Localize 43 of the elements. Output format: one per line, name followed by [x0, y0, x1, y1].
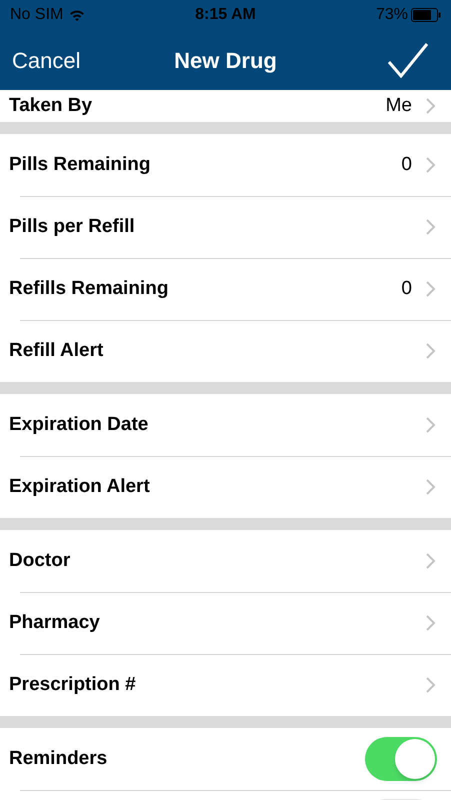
- clock-text: 8:15 AM: [195, 5, 256, 25]
- list-row[interactable]: Refill Alert: [0, 320, 451, 382]
- battery-percentage: 73%: [376, 5, 408, 25]
- row-label: Prescription #: [9, 672, 137, 697]
- chevron-icon: [426, 157, 435, 173]
- row-label: Reminders: [9, 746, 108, 771]
- chevron-icon: [426, 615, 435, 631]
- list-row[interactable]: Expiration Alert: [0, 456, 451, 518]
- row-label: Pills Remaining: [9, 152, 152, 177]
- chevron-icon: [426, 281, 435, 297]
- chevron-icon: [426, 343, 435, 359]
- chevron-icon: [426, 553, 435, 569]
- list-row[interactable]: Doctor: [0, 530, 451, 592]
- row-label: Pills per Refill: [9, 214, 136, 239]
- screen-title: New Drug: [174, 46, 277, 75]
- cancel-button[interactable]: Cancel: [12, 44, 80, 76]
- row-label: Expiration Alert: [9, 474, 151, 499]
- list-row[interactable]: Pharmacy: [0, 592, 451, 654]
- row-label: Refills Remaining: [9, 276, 170, 301]
- list-row[interactable]: Taken By Me: [0, 90, 451, 122]
- chevron-icon: [426, 417, 435, 433]
- chevron-icon: [426, 98, 435, 114]
- chevron-icon: [426, 219, 435, 235]
- row-value: 0: [401, 152, 412, 177]
- checkmark-icon[interactable]: [387, 42, 429, 78]
- carrier-text: No SIM: [10, 5, 64, 25]
- list-row[interactable]: Pills per Refill: [0, 196, 451, 258]
- row-label: Doctor: [9, 548, 72, 573]
- row-value: 0: [401, 276, 412, 301]
- row-label: Taken By: [9, 94, 94, 118]
- row-label: Refill Alert: [9, 338, 104, 363]
- wifi-icon: [69, 9, 86, 21]
- row-label: Pharmacy: [9, 610, 101, 635]
- list-row[interactable]: Prescription #: [0, 654, 451, 716]
- row-label: Expiration Date: [9, 412, 150, 437]
- toggle-switch[interactable]: [365, 737, 437, 781]
- list-row[interactable]: Expiration Date: [0, 394, 451, 456]
- chevron-icon: [426, 677, 435, 693]
- list-row[interactable]: Pills Remaining 0: [0, 134, 451, 196]
- battery-icon: [411, 8, 441, 22]
- chevron-icon: [426, 479, 435, 495]
- list-row[interactable]: Refills Remaining 0: [0, 258, 451, 320]
- row-value: Me: [386, 94, 412, 118]
